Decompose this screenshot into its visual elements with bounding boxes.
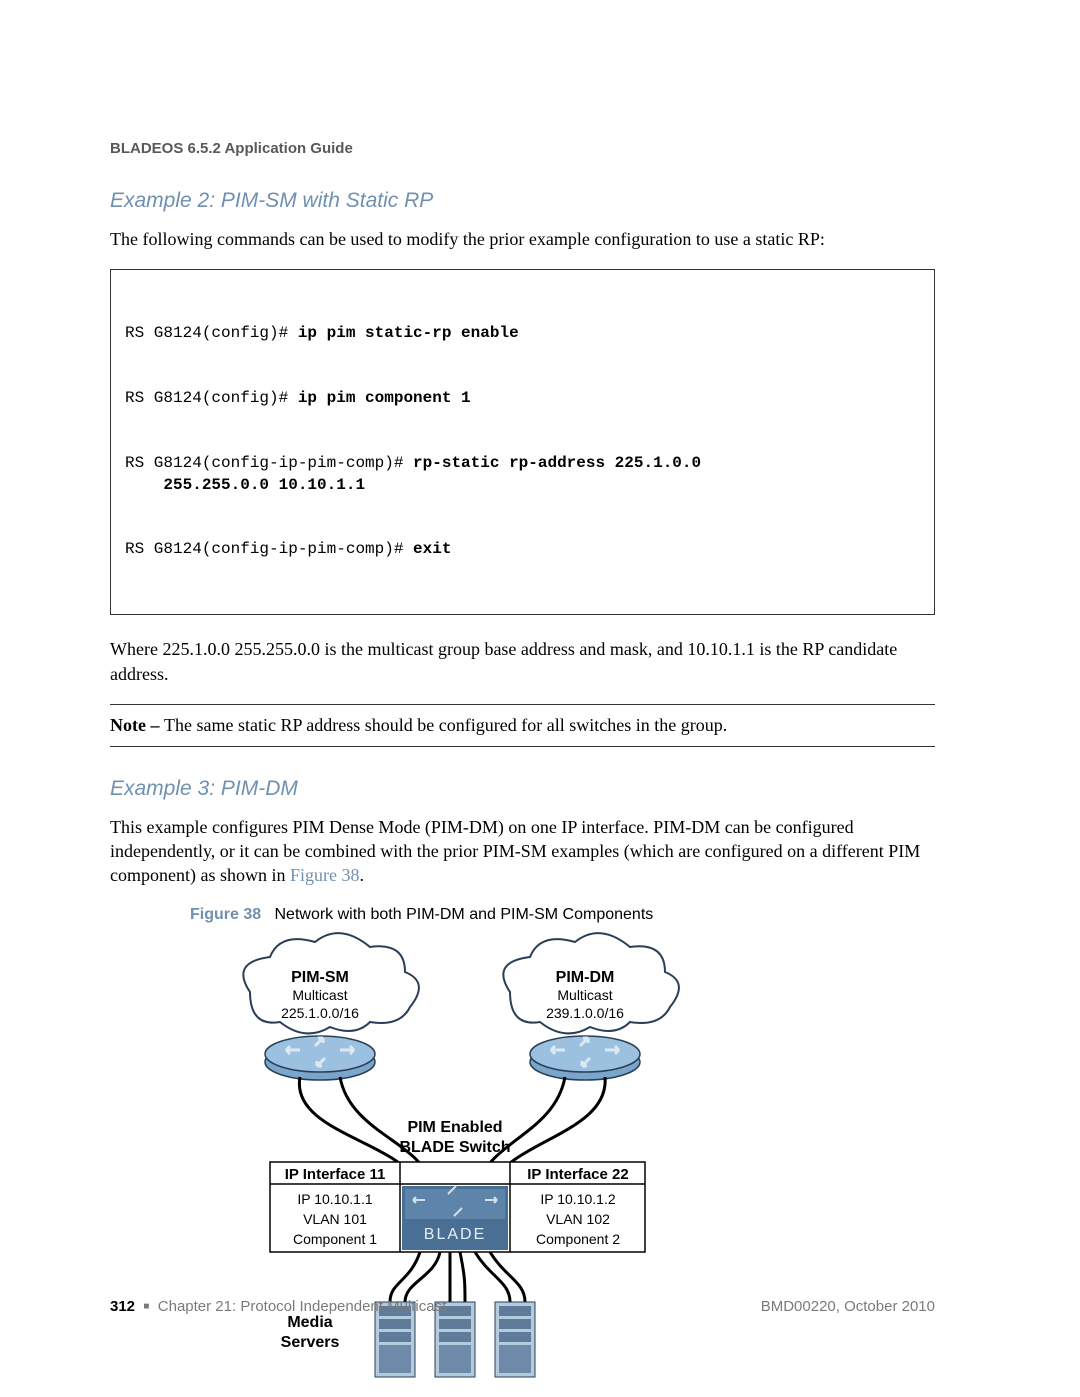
- cloud-pim-dm: PIM-DM Multicast 239.1.0.0/16: [503, 933, 679, 1033]
- router-icon-right: [530, 1036, 640, 1080]
- code-prompt: RS G8124(config-ip-pim-comp)#: [125, 454, 413, 472]
- svg-text:IP 10.10.1.2: IP 10.10.1.2: [540, 1191, 615, 1207]
- svg-text:VLAN 101: VLAN 101: [303, 1211, 367, 1227]
- heading-example-2: Example 2: PIM-SM with Static RP: [110, 189, 935, 213]
- example-2-followup: Where 225.1.0.0 255.255.0.0 is the multi…: [110, 637, 935, 686]
- svg-text:239.1.0.0/16: 239.1.0.0/16: [546, 1005, 624, 1021]
- footer-right: BMD00220, October 2010: [761, 1298, 935, 1315]
- blade-switch-icon: BLADE: [402, 1186, 508, 1250]
- footer-left: 312 ■ Chapter 21: Protocol Independent M…: [110, 1298, 446, 1315]
- svg-text:Component 2: Component 2: [536, 1231, 620, 1247]
- router-icon-left: [265, 1036, 375, 1080]
- svg-text:PIM-DM: PIM-DM: [556, 969, 615, 986]
- media-servers-label: Servers: [281, 1334, 340, 1351]
- code-command: ip pim static-rp enable: [298, 324, 519, 342]
- figure-caption: Figure 38 Network with both PIM-DM and P…: [110, 906, 935, 924]
- heading-example-3: Example 3: PIM-DM: [110, 777, 935, 801]
- code-command: ip pim component 1: [298, 389, 471, 407]
- note-text: The same static RP address should be con…: [164, 715, 727, 735]
- svg-text:Multicast: Multicast: [557, 987, 612, 1003]
- svg-text:PIM-SM: PIM-SM: [291, 969, 349, 986]
- figure-label: Figure 38: [190, 906, 261, 923]
- svg-text:BLADE: BLADE: [424, 1226, 486, 1243]
- note-label: Note –: [110, 715, 164, 735]
- page-footer: 312 ■ Chapter 21: Protocol Independent M…: [110, 1298, 935, 1315]
- svg-text:225.1.0.0/16: 225.1.0.0/16: [281, 1005, 359, 1021]
- square-bullet-icon: ■: [143, 1301, 149, 1312]
- code-prompt: RS G8124(config)#: [125, 389, 298, 407]
- cable-icon: [390, 1252, 525, 1302]
- svg-text:Component 1: Component 1: [293, 1231, 377, 1247]
- switch-label: PIM Enabled: [407, 1119, 502, 1136]
- switch-label: BLADE Switch: [399, 1139, 510, 1156]
- chapter-title: Chapter 21: Protocol Independent Multica…: [158, 1298, 447, 1315]
- note-block: Note – The same static RP address should…: [110, 704, 935, 747]
- example-3-body: This example configures PIM Dense Mode (…: [110, 815, 935, 888]
- svg-text:IP Interface 11: IP Interface 11: [285, 1166, 386, 1183]
- cloud-pim-sm: PIM-SM Multicast 225.1.0.0/16: [243, 933, 419, 1033]
- figure-caption-text: Network with both PIM-DM and PIM-SM Comp…: [274, 906, 653, 923]
- code-prompt: RS G8124(config)#: [125, 324, 298, 342]
- page-number: 312: [110, 1298, 135, 1315]
- document-header: BLADEOS 6.5.2 Application Guide: [110, 140, 935, 157]
- svg-text:Multicast: Multicast: [292, 987, 347, 1003]
- body-text: .: [359, 865, 364, 885]
- svg-text:VLAN 102: VLAN 102: [546, 1211, 610, 1227]
- network-diagram: PIM-SM Multicast 225.1.0.0/16 PIM-DM Mul…: [110, 932, 935, 1392]
- code-command: exit: [413, 540, 451, 558]
- svg-text:IP Interface 22: IP Interface 22: [527, 1166, 628, 1183]
- example-2-intro: The following commands can be used to mo…: [110, 227, 935, 251]
- figure-reference-link[interactable]: Figure 38: [290, 865, 360, 885]
- code-prompt: RS G8124(config-ip-pim-comp)#: [125, 540, 413, 558]
- body-text: This example configures PIM Dense Mode (…: [110, 817, 920, 886]
- svg-text:IP 10.10.1.1: IP 10.10.1.1: [297, 1191, 372, 1207]
- code-block-example-2: RS G8124(config)# ip pim static-rp enabl…: [110, 269, 935, 615]
- media-servers-label: Media: [287, 1314, 332, 1331]
